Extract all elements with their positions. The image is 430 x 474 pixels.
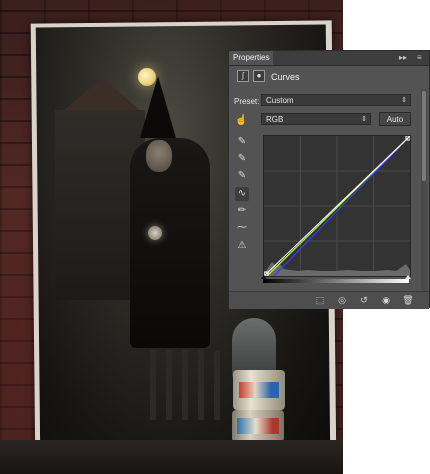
auto-button[interactable]: Auto (379, 112, 411, 126)
chevron-updown-icon: ⇕ (361, 116, 367, 123)
channel-dropdown[interactable]: RGB ⇕ (261, 113, 371, 125)
iron-fence (150, 350, 220, 420)
collapse-panel-icon[interactable]: ▸▸ (399, 53, 407, 63)
panel-footer: ⬚ ◎ ↺ ◉ 🗑 (229, 291, 429, 309)
draw-pencil-icon[interactable]: ✏ (235, 204, 249, 218)
panel-scrollbar[interactable] (421, 89, 427, 299)
curves-adjustment-icon[interactable]: ∫ (237, 70, 249, 82)
witch-hat (140, 76, 176, 138)
sample-white-point-eyedropper-icon[interactable]: ✎ (235, 169, 249, 183)
target-adjustment-hand-icon[interactable]: ☝ (235, 115, 247, 126)
panel-menu-icon[interactable]: ≡ (417, 53, 422, 63)
edit-points-curve-icon[interactable]: ∿ (235, 187, 249, 201)
scrollbar-thumb[interactable] (422, 91, 426, 181)
toggle-visibility-icon[interactable]: ◉ (379, 294, 393, 306)
preset-value: Custom (266, 96, 294, 105)
input-gradient-bar (263, 279, 409, 283)
curves-graph[interactable] (263, 135, 411, 277)
properties-panel: Properties ▸▸ ≡ ∫ ● Curves Preset: Custo… (228, 50, 430, 309)
witch-face (146, 140, 172, 172)
chevron-updown-icon: ⇕ (401, 97, 407, 104)
panel-tab-bar: Properties ▸▸ ≡ (229, 51, 429, 66)
preset-label: Preset: (234, 97, 260, 106)
channel-value: RGB (266, 115, 284, 124)
sample-black-point-eyedropper-icon[interactable]: ✎ (235, 135, 249, 149)
tower-roof (62, 78, 142, 112)
smooth-curve-icon[interactable]: ⁓ (235, 221, 249, 235)
tombstone (232, 318, 276, 378)
curves-graph-svg (264, 136, 410, 276)
stone-ledge (0, 440, 343, 474)
tab-properties[interactable]: Properties (229, 51, 274, 65)
sample-gray-point-eyedropper-icon[interactable]: ✎ (235, 152, 249, 166)
delete-adjustment-icon[interactable]: 🗑 (401, 294, 415, 306)
reset-adjustment-icon[interactable]: ↺ (357, 294, 371, 306)
paint-can-bottom (232, 410, 284, 442)
clipping-warning-icon[interactable]: ⚠ (235, 239, 249, 253)
adjustment-title: Curves (271, 72, 300, 82)
witch-figure (130, 138, 210, 348)
preset-dropdown[interactable]: Custom ⇕ (261, 94, 411, 106)
view-previous-state-icon[interactable]: ◎ (335, 294, 349, 306)
adjustment-header: ∫ ● Curves (229, 67, 429, 87)
paint-can-top (233, 370, 285, 410)
layer-mask-icon[interactable]: ● (253, 70, 265, 82)
clip-to-layer-icon[interactable]: ⬚ (313, 294, 327, 306)
glowing-orb (148, 226, 162, 240)
